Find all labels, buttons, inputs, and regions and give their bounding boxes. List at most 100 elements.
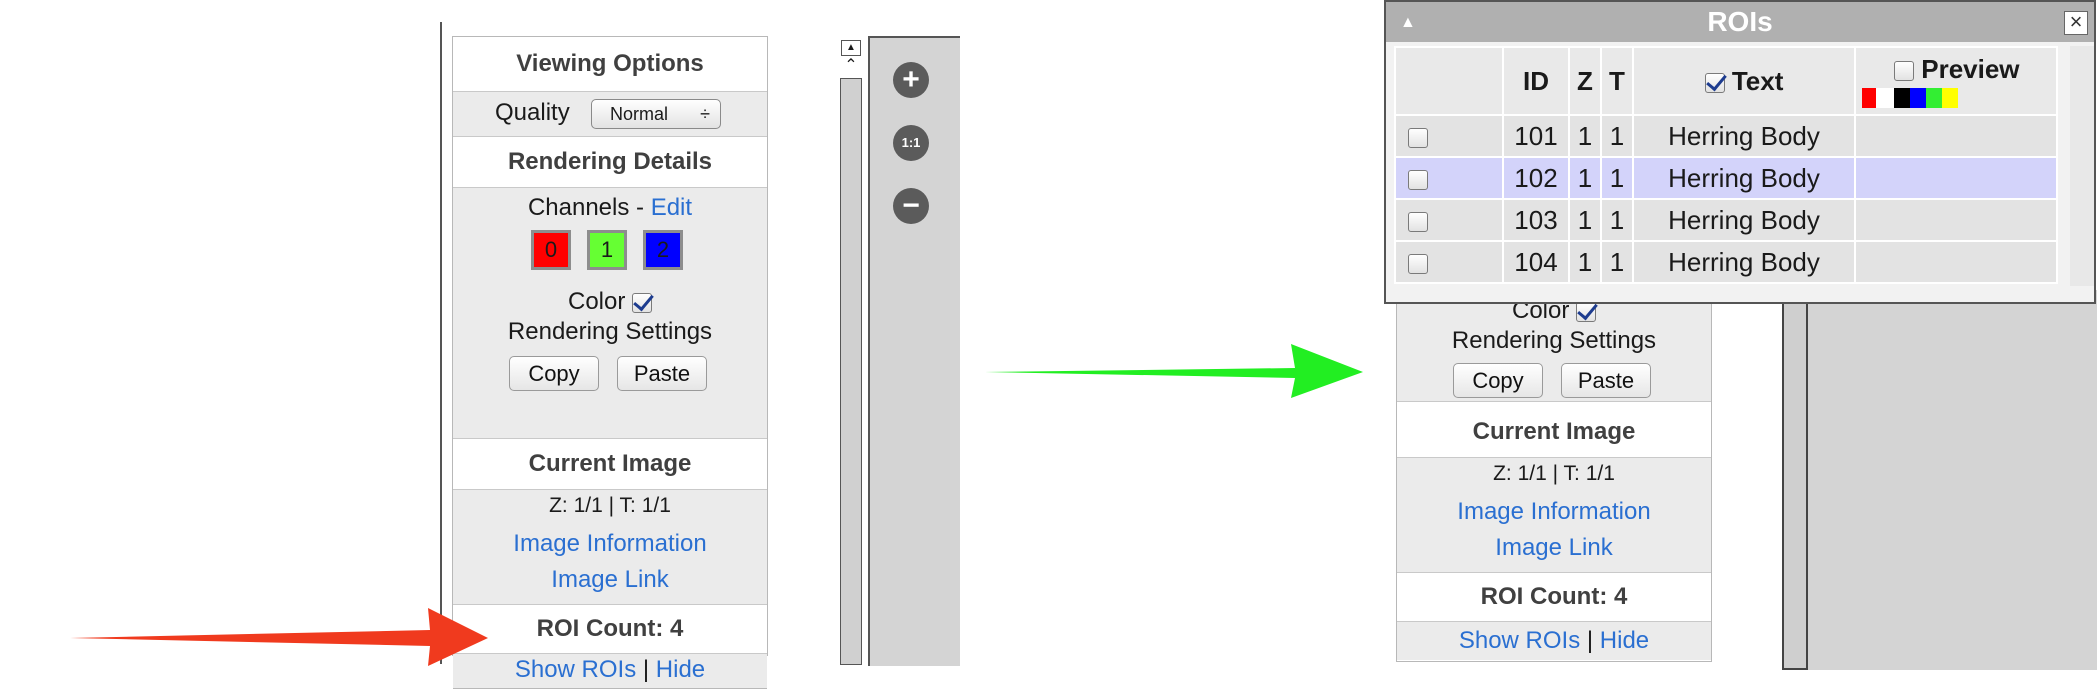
color-checkbox[interactable] [632, 292, 653, 313]
roi-preview-cell [1854, 156, 2058, 200]
right-current-image-header: Current Image [1397, 407, 1711, 458]
roi-t-cell: 1 [1600, 114, 1634, 158]
channel-2-button[interactable]: 2 [643, 230, 683, 270]
row-select-cell [1394, 198, 1504, 242]
roi-table-header: ID Z T Text Preview [1394, 46, 2058, 116]
roi-text-cell: Herring Body [1632, 240, 1856, 284]
row-checkbox[interactable] [1408, 211, 1428, 232]
right-image-viewport[interactable] [1808, 290, 2097, 670]
red-pointer-arrow [70, 608, 488, 666]
image-information-link[interactable]: Image Information [453, 530, 767, 558]
channel-1-button[interactable]: 1 [587, 230, 627, 270]
current-image-section: Z: 1/1 | T: 1/1 Image Information Image … [453, 490, 767, 605]
link-separator: | [642, 656, 650, 683]
green-pointer-arrow [985, 344, 1363, 398]
quality-label: Quality [495, 99, 570, 126]
hide-rois-link[interactable]: Hide [656, 656, 705, 683]
z-column-header[interactable]: Z [1568, 46, 1602, 116]
zoom-in-icon[interactable]: + [893, 62, 929, 98]
select-arrows-icon: ÷ [700, 104, 710, 124]
swatch-red[interactable] [1862, 88, 1876, 108]
preview-column-header: Preview [1854, 46, 2058, 116]
roi-id-cell: 101 [1502, 114, 1570, 158]
swatch-yellow[interactable] [1942, 88, 1958, 108]
paste-button[interactable]: Paste [617, 356, 707, 391]
roi-dialog-titlebar[interactable]: ▲ ROIs × [1386, 2, 2094, 42]
right-roi-count-label: ROI Count: 4 [1397, 573, 1711, 622]
quality-select[interactable]: Normal ÷ [591, 99, 721, 129]
rendering-details-header: Rendering Details [453, 137, 767, 188]
roi-t-cell: 1 [1600, 156, 1634, 200]
viewing-options-header: Viewing Options [453, 37, 767, 92]
id-column-header[interactable]: ID [1502, 46, 1570, 116]
quality-row: Quality Normal ÷ [453, 92, 767, 137]
row-checkbox[interactable] [1408, 253, 1428, 274]
copy-button[interactable]: Copy [509, 356, 599, 391]
show-rois-link[interactable]: Show ROIs [515, 656, 636, 683]
right-link-separator: | [1586, 627, 1594, 654]
right-rendering-settings-label: Rendering Settings [1451, 327, 1657, 354]
rendering-details-section: Channels - Edit 0 1 2 Color Rendering Se… [453, 188, 767, 439]
roi-table-row-selected[interactable]: 102 1 1 Herring Body [1394, 156, 2058, 200]
right-image-information-link[interactable]: Image Information [1397, 498, 1711, 526]
text-column-checkbox[interactable] [1704, 72, 1725, 93]
text-column-header: Text [1632, 46, 1856, 116]
left-viewer-panel: Viewing Options Quality Normal ÷ Renderi… [452, 36, 768, 689]
preview-checkbox[interactable] [1894, 61, 1914, 82]
right-z-t-readout: Z: 1/1 | T: 1/1 [1493, 462, 1615, 485]
roi-preview-cell [1854, 114, 2058, 158]
roi-id-cell: 102 [1502, 156, 1570, 200]
roi-text-cell: Herring Body [1632, 156, 1856, 200]
roi-table-row[interactable]: 104 1 1 Herring Body [1394, 240, 2058, 284]
roi-table-row[interactable]: 103 1 1 Herring Body [1394, 198, 2058, 242]
right-paste-button[interactable]: Paste [1561, 363, 1651, 398]
right-viewer-panel: Color Rendering Settings Copy Paste Curr… [1396, 260, 1712, 662]
color-row: Color [453, 288, 767, 316]
row-select-cell [1394, 240, 1504, 284]
t-column-header[interactable]: T [1600, 46, 1634, 116]
rendering-settings-label: Rendering Settings [507, 318, 713, 345]
zoom-reset-icon[interactable]: 1:1 [893, 125, 929, 161]
swatch-blue[interactable] [1910, 88, 1926, 108]
roi-id-cell: 104 [1502, 240, 1570, 284]
roi-table-row[interactable]: 101 1 1 Herring Body [1394, 114, 2058, 158]
swatch-green[interactable] [1926, 88, 1942, 108]
right-color-checkbox[interactable] [1576, 301, 1597, 322]
roi-t-cell: 1 [1600, 198, 1634, 242]
scroll-up-icon[interactable]: ⌃ [842, 58, 860, 74]
scroll-track[interactable] [840, 78, 862, 665]
image-link[interactable]: Image Link [453, 566, 767, 594]
swatch-white[interactable] [1876, 88, 1894, 108]
right-scroll-track[interactable] [1782, 290, 1808, 670]
roi-z-cell: 1 [1568, 240, 1602, 284]
zoom-out-icon[interactable]: − [893, 188, 929, 224]
roi-id-cell: 103 [1502, 198, 1570, 242]
roi-preview-cell [1854, 198, 2058, 242]
roi-dialog-scrollbar[interactable] [2070, 46, 2094, 286]
roi-z-cell: 1 [1568, 156, 1602, 200]
channels-edit-link[interactable]: Edit [651, 194, 692, 221]
swatch-black[interactable] [1894, 88, 1910, 108]
roi-dialog-title: ROIs [1707, 6, 1773, 37]
scroll-top-icon[interactable]: ▲ [841, 40, 861, 56]
channels-row: Channels - Edit [453, 194, 767, 222]
row-checkbox[interactable] [1408, 127, 1428, 148]
right-show-rois-link[interactable]: Show ROIs [1459, 627, 1580, 654]
row-select-cell [1394, 114, 1504, 158]
row-checkbox[interactable] [1408, 169, 1428, 190]
z-t-readout: Z: 1/1 | T: 1/1 [549, 494, 671, 517]
roi-z-cell: 1 [1568, 198, 1602, 242]
row-select-cell [1394, 156, 1504, 200]
vertical-scrollbar[interactable]: ▲ ⌃ [838, 40, 866, 665]
right-copy-button[interactable]: Copy [1453, 363, 1543, 398]
roi-preview-cell [1854, 240, 2058, 284]
current-image-header: Current Image [453, 439, 767, 490]
channel-0-button[interactable]: 0 [531, 230, 571, 270]
close-icon[interactable]: × [2064, 11, 2088, 35]
right-image-link[interactable]: Image Link [1397, 534, 1711, 562]
roi-z-cell: 1 [1568, 114, 1602, 158]
right-hide-rois-link[interactable]: Hide [1600, 627, 1649, 654]
roi-text-cell: Herring Body [1632, 114, 1856, 158]
roi-dialog: ▲ ROIs × ID Z T Text Preview 101 1 1 Her… [1384, 0, 2096, 304]
roi-t-cell: 1 [1600, 240, 1634, 284]
